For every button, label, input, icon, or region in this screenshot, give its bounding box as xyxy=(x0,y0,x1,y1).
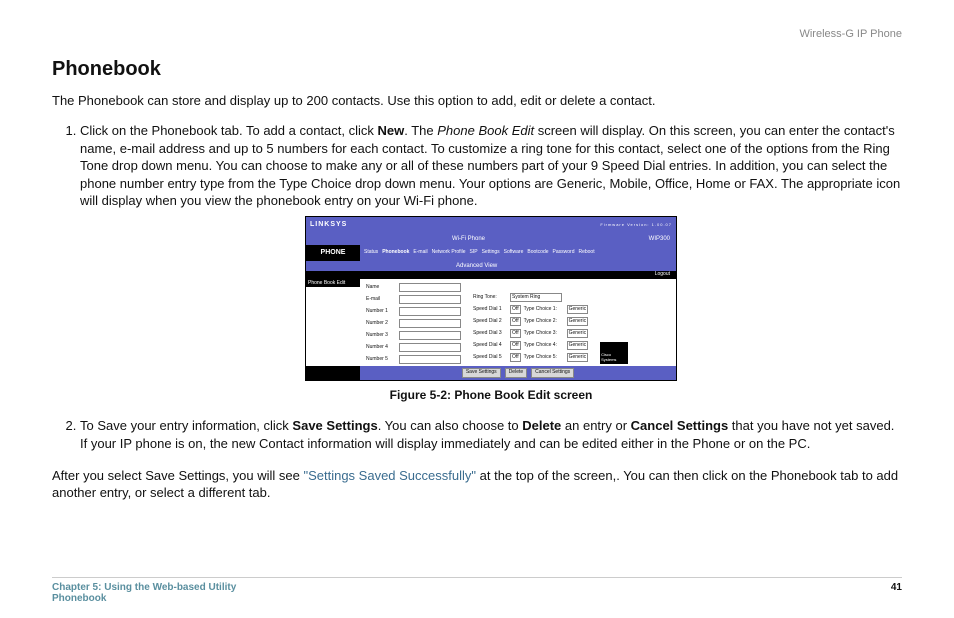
input-num1[interactable] xyxy=(399,307,461,316)
label-sd3: Speed Dial 3 xyxy=(473,330,507,337)
label-email: E-mail xyxy=(366,296,396,303)
label-num5: Number 5 xyxy=(366,356,396,363)
label-name: Name xyxy=(366,284,396,291)
label-tc1: Type Choice 1: xyxy=(524,306,564,313)
page-number: 41 xyxy=(891,582,902,604)
select-ringtone[interactable]: System Ring xyxy=(510,293,562,302)
brand-logo: LINKSYS xyxy=(310,220,347,229)
tab-email[interactable]: E-mail xyxy=(413,249,427,256)
save-settings-button[interactable]: Save Settings xyxy=(462,368,501,378)
select-tc5[interactable]: Generic xyxy=(567,353,589,362)
label-num1: Number 1 xyxy=(366,308,396,315)
select-tc3[interactable]: Generic xyxy=(567,329,589,338)
label-num2: Number 2 xyxy=(366,320,396,327)
label-sd4: Speed Dial 4 xyxy=(473,342,507,349)
select-sd4[interactable]: Off xyxy=(510,341,521,350)
select-sd2[interactable]: Off xyxy=(510,317,521,326)
label-tc2: Type Choice 2: xyxy=(524,318,564,325)
input-email[interactable] xyxy=(399,295,461,304)
tab-network[interactable]: Network Profile xyxy=(432,249,466,256)
cisco-logo: Cisco Systems xyxy=(600,342,628,364)
delete-button[interactable]: Delete xyxy=(505,368,527,378)
label-tc5: Type Choice 5: xyxy=(524,354,564,361)
page-title: Phonebook xyxy=(52,58,902,81)
bar-title: Wi-Fi Phone xyxy=(452,235,485,243)
label-sd1: Speed Dial 1 xyxy=(473,306,507,313)
logout-link[interactable]: Logout xyxy=(306,271,676,279)
label-tc3: Type Choice 3: xyxy=(524,330,564,337)
product-header: Wireless-G IP Phone xyxy=(799,28,902,40)
label-num4: Number 4 xyxy=(366,344,396,351)
page-footer: Chapter 5: Using the Web-based Utility P… xyxy=(52,577,902,604)
tab-software[interactable]: Software xyxy=(504,249,524,256)
input-num5[interactable] xyxy=(399,355,461,364)
tab-sip[interactable]: SIP xyxy=(470,249,478,256)
tab-status[interactable]: Status xyxy=(364,249,378,256)
input-num2[interactable] xyxy=(399,319,461,328)
steps-list: Click on the Phonebook tab. To add a con… xyxy=(52,122,902,453)
label-sd5: Speed Dial 5 xyxy=(473,354,507,361)
input-num4[interactable] xyxy=(399,343,461,352)
select-tc2[interactable]: Generic xyxy=(567,317,589,326)
label-ringtone: Ring Tone: xyxy=(473,294,507,301)
figure-wrap: LINKSYS Firmware Version: 1.00.07 Wi-Fi … xyxy=(80,216,902,404)
select-tc1[interactable]: Generic xyxy=(567,305,589,314)
tab-password[interactable]: Password xyxy=(553,249,575,256)
input-name[interactable] xyxy=(399,283,461,292)
step-1: Click on the Phonebook tab. To add a con… xyxy=(80,122,902,403)
select-sd1[interactable]: Off xyxy=(510,305,521,314)
tab-phonebook[interactable]: Phonebook xyxy=(382,249,409,256)
select-tc4[interactable]: Generic xyxy=(567,341,589,350)
footer-chapter: Chapter 5: Using the Web-based Utility xyxy=(52,582,236,593)
select-sd3[interactable]: Off xyxy=(510,329,521,338)
side-header: Phone Book Edit xyxy=(306,279,360,288)
tab-bootcode[interactable]: Bootcode xyxy=(527,249,548,256)
footer-section: Phonebook xyxy=(52,593,236,604)
cancel-settings-button[interactable]: Cancel Settings xyxy=(531,368,574,378)
figure-caption: Figure 5-2: Phone Book Edit screen xyxy=(80,387,902,403)
label-tc4: Type Choice 4: xyxy=(524,342,564,349)
label-num3: Number 3 xyxy=(366,332,396,339)
screenshot-embed: LINKSYS Firmware Version: 1.00.07 Wi-Fi … xyxy=(305,216,677,381)
advanced-view-bar: Advanced View xyxy=(306,261,676,271)
input-num3[interactable] xyxy=(399,331,461,340)
tab-settings[interactable]: Settings xyxy=(482,249,500,256)
label-sd2: Speed Dial 2 xyxy=(473,318,507,325)
step-2: To Save your entry information, click Sa… xyxy=(80,417,902,452)
bar-model: WIP300 xyxy=(649,235,670,243)
tab-reboot[interactable]: Reboot xyxy=(578,249,594,256)
tab-strip: Status Phonebook E-mail Network Profile … xyxy=(360,245,676,261)
firmware-label: Firmware Version: 1.00.07 xyxy=(600,222,672,227)
select-sd5[interactable]: Off xyxy=(510,353,521,362)
phone-header: PHONE xyxy=(306,245,360,261)
intro-paragraph: The Phonebook can store and display up t… xyxy=(52,93,902,108)
after-note: After you select Save Settings, you will… xyxy=(52,467,902,502)
